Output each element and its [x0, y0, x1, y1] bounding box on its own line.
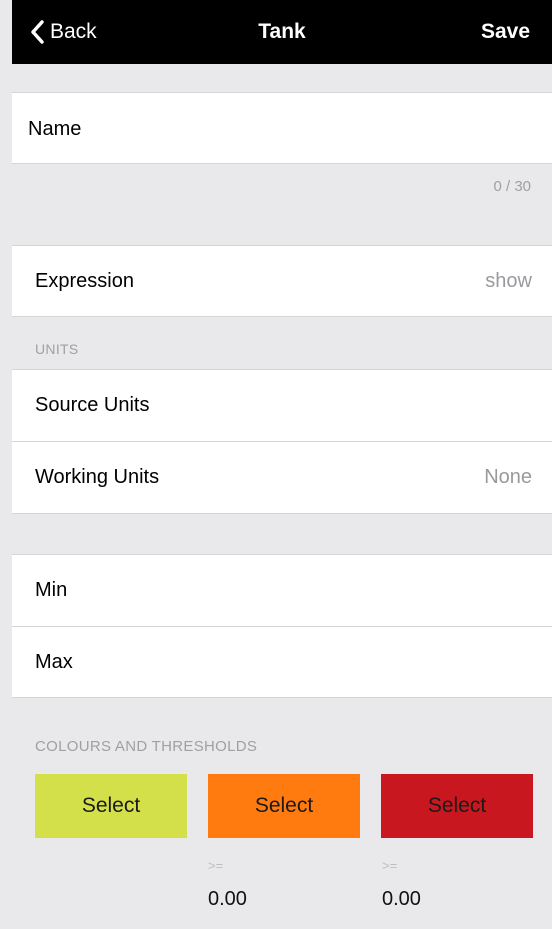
name-label: Name [28, 118, 82, 140]
working-units-row[interactable]: Working Units None [12, 441, 552, 514]
colour-select-button-red[interactable]: Select [381, 774, 533, 838]
section-spacer [12, 64, 552, 93]
expression-row[interactable]: Expression show [12, 245, 552, 317]
working-units-value: None [484, 466, 532, 488]
working-units-label: Working Units [35, 466, 160, 488]
navigation-bar: Back Tank Save [12, 0, 552, 64]
units-section-header: UNITS [12, 317, 552, 370]
min-label: Min [35, 579, 68, 601]
threshold-value-1[interactable]: 0.00 [208, 888, 247, 911]
name-footer: 0 / 30 [12, 164, 552, 246]
expression-show-toggle[interactable]: show [485, 270, 532, 293]
max-label: Max [35, 651, 73, 673]
back-button[interactable]: Back [12, 0, 97, 64]
save-button[interactable]: Save [481, 0, 530, 64]
max-row[interactable]: Max [12, 626, 552, 698]
colour-select-button-orange[interactable]: Select [208, 774, 360, 838]
threshold-operator-1: >= [208, 858, 224, 873]
character-counter: 0 / 30 [493, 178, 531, 195]
back-label: Back [50, 20, 97, 43]
source-units-label: Source Units [35, 394, 150, 416]
colour-select-button-green[interactable]: Select [35, 774, 187, 838]
colours-header-label: COLOURS AND THRESHOLDS [35, 738, 258, 755]
min-row[interactable]: Min [12, 554, 552, 627]
threshold-value-2[interactable]: 0.00 [382, 888, 421, 911]
chevron-left-icon [31, 20, 44, 44]
name-field[interactable]: Name [12, 92, 552, 164]
expression-label: Expression [35, 270, 134, 292]
source-units-row[interactable]: Source Units [12, 369, 552, 442]
threshold-operator-2: >= [382, 858, 398, 873]
section-spacer-2 [12, 514, 552, 555]
units-header-label: UNITS [35, 341, 79, 357]
